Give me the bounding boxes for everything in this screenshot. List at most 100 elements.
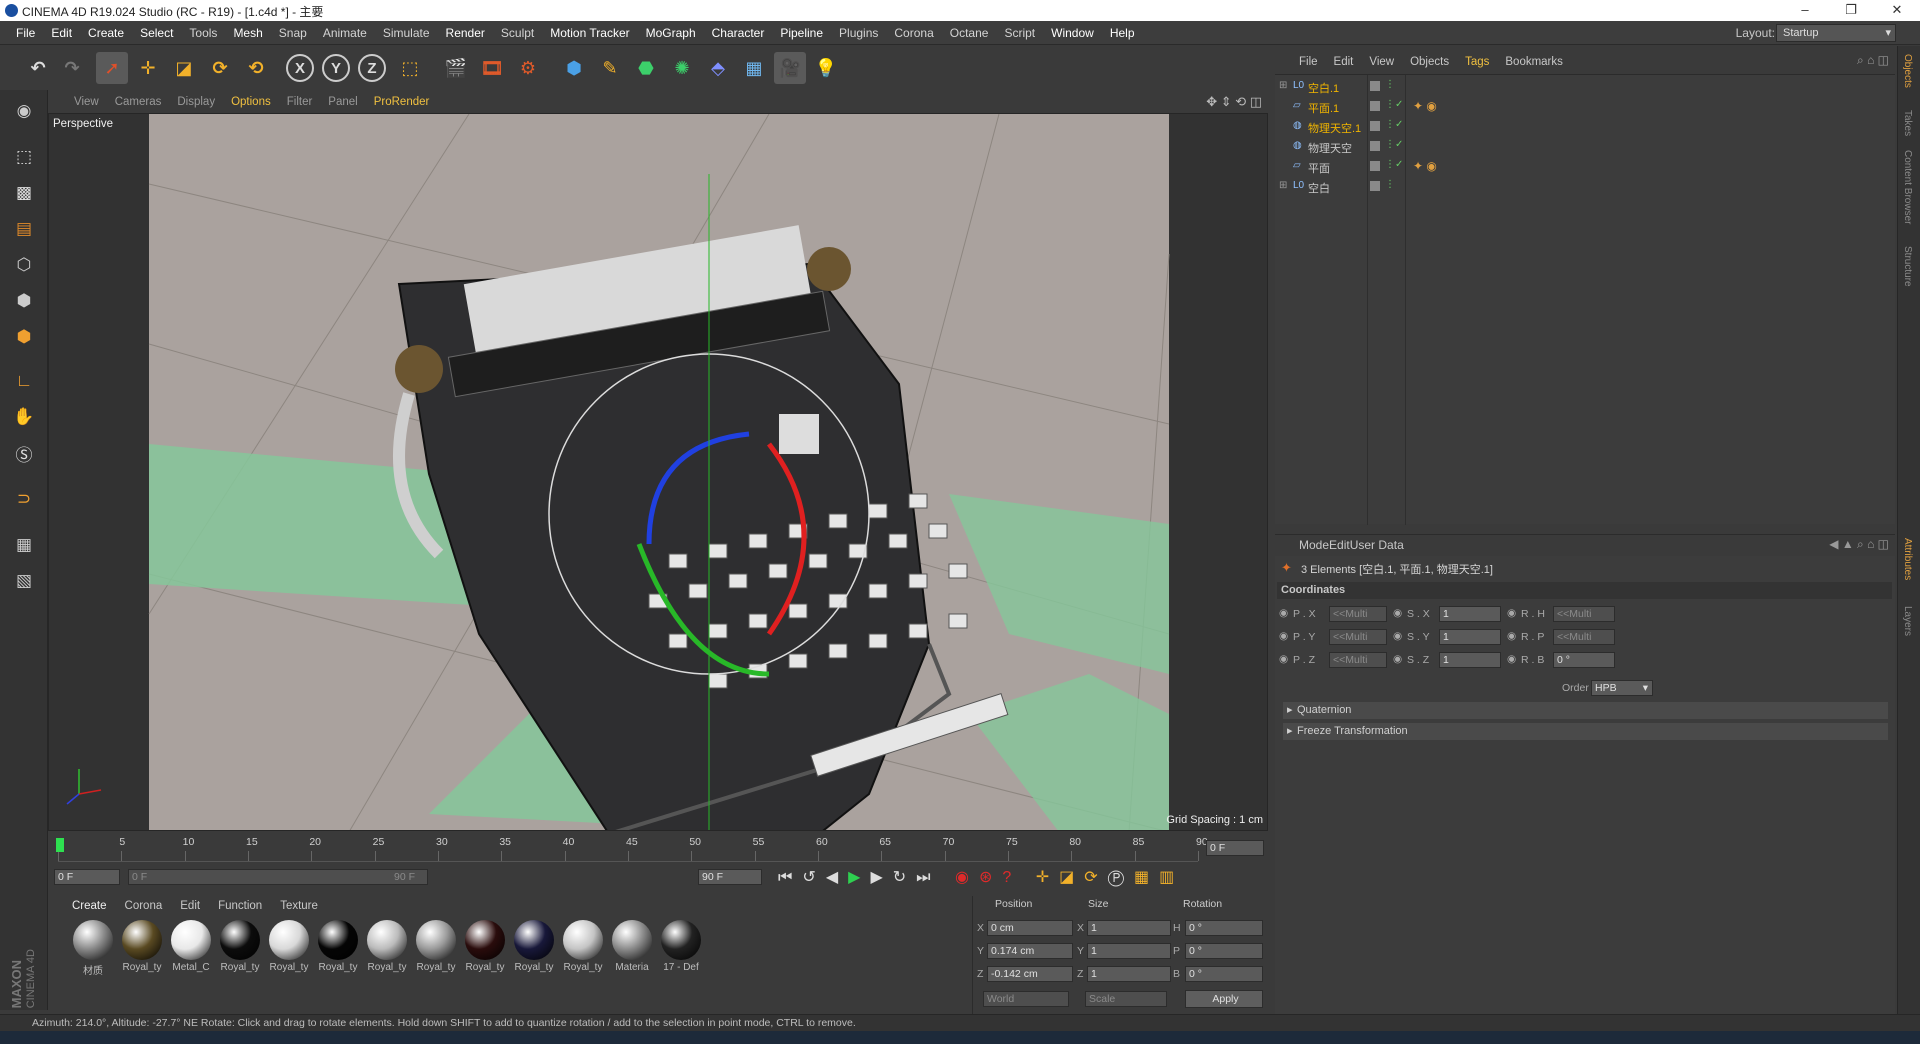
material-swatch[interactable]: Metal_C	[168, 920, 214, 982]
workplane-icon[interactable]: ▤	[9, 214, 39, 244]
preview-range-slider[interactable]: 0 F 90 F	[128, 869, 428, 885]
material-swatch[interactable]: 材质	[70, 920, 116, 982]
expand-toggle-icon[interactable]: ⊞	[1279, 180, 1287, 191]
start-frame-field[interactable]: 0 F	[54, 869, 120, 885]
model-mode-icon[interactable]: ⬚	[9, 142, 39, 172]
menu-simulate[interactable]: Simulate	[375, 21, 438, 45]
viewport-menu-cameras[interactable]: Cameras	[115, 92, 162, 112]
material-swatch[interactable]: Royal_ty	[364, 920, 410, 982]
s-radio-icon[interactable]: ◉	[1393, 630, 1402, 642]
attr-menu-mode[interactable]: Mode	[1299, 538, 1329, 552]
maximize-button[interactable]: ❐	[1828, 0, 1874, 21]
autokey-icon[interactable]: ⊛	[979, 869, 1002, 886]
menu-create[interactable]: Create	[80, 21, 132, 45]
play-icon[interactable]: ▶	[848, 869, 870, 886]
object-row[interactable]: ⊞ L0 空白 ⋮	[1275, 177, 1895, 197]
material-swatch[interactable]: 17 - Def	[658, 920, 704, 982]
visibility-toggle-icon[interactable]: ⋮✓	[1385, 139, 1403, 150]
cube-icon[interactable]: ⬢	[558, 52, 590, 84]
material-menu-edit[interactable]: Edit	[180, 900, 200, 912]
object-menu-edit[interactable]: Edit	[1334, 56, 1354, 68]
deformer-icon[interactable]: ⬘	[702, 52, 734, 84]
next-frame-icon[interactable]: ▶	[870, 869, 892, 886]
visibility-toggle-icon[interactable]: ⋮✓	[1385, 99, 1403, 110]
layer-swatch[interactable]	[1370, 81, 1380, 91]
camera-icon[interactable]: 🎥	[774, 52, 806, 84]
edges-mode-icon[interactable]: ⬢	[9, 286, 39, 316]
end-frame-field[interactable]: 90 F	[698, 869, 762, 885]
coord-size-field[interactable]: 1	[1087, 943, 1171, 959]
visibility-toggle-icon[interactable]: ⋮	[1385, 79, 1395, 90]
record-parameter-icon[interactable]: Ⓟ	[1108, 869, 1134, 886]
menu-edit[interactable]: Edit	[43, 21, 80, 45]
menu-character[interactable]: Character	[704, 21, 773, 45]
material-swatch[interactable]: Royal_ty	[462, 920, 508, 982]
layer-swatch[interactable]	[1370, 101, 1380, 111]
go-to-start-icon[interactable]: ⏮	[778, 869, 802, 886]
tab-objects[interactable]: Objects	[1902, 54, 1913, 88]
menu-render[interactable]: Render	[438, 21, 493, 45]
layer-swatch[interactable]	[1370, 181, 1380, 191]
object-menu-tags[interactable]: Tags	[1465, 56, 1489, 68]
workplane-lock-icon[interactable]: ▦	[9, 530, 39, 560]
object-row[interactable]: ⊞ L0 空白.1 ⋮	[1275, 77, 1895, 97]
s-radio-icon[interactable]: ◉	[1393, 607, 1402, 619]
tweak-icon[interactable]: ✋	[9, 402, 39, 432]
object-row[interactable]: ▱ 平面.1 ⋮✓ ✦ ◉	[1275, 97, 1895, 117]
minimize-button[interactable]: –	[1782, 0, 1828, 21]
material-tag-icon[interactable]: ✦ ◉	[1413, 99, 1437, 113]
coord-rotation-field[interactable]: 0 °	[1185, 943, 1263, 959]
tab-takes[interactable]: Takes	[1902, 110, 1913, 136]
tab-content-browser[interactable]: Content Browser	[1902, 150, 1913, 224]
object-row[interactable]: ◍ 物理天空 ⋮✓	[1275, 137, 1895, 157]
menu-sculpt[interactable]: Sculpt	[493, 21, 542, 45]
render-view-icon[interactable]: 🎬	[440, 52, 472, 84]
record-position-icon[interactable]: ✛	[1036, 869, 1059, 886]
freeze-transformation-fold[interactable]: ▸ Freeze Transformation	[1283, 723, 1888, 740]
menu-select[interactable]: Select	[132, 21, 181, 45]
polygons-mode-icon[interactable]: ⬢	[9, 322, 39, 352]
rotation-order-select[interactable]: HPB ▾	[1591, 680, 1653, 696]
menu-corona[interactable]: Corona	[886, 21, 941, 45]
record-pla-icon[interactable]: ▦	[1134, 869, 1159, 886]
previous-key-icon[interactable]: ↺	[802, 869, 825, 886]
p-radio-icon[interactable]: ◉	[1279, 607, 1288, 619]
coord-position-field[interactable]: 0 cm	[987, 920, 1073, 936]
attribute-navigation-icons[interactable]: ◀ ▲ ⌕ ⌂ ◫	[1829, 537, 1889, 552]
p-radio-icon[interactable]: ◉	[1279, 653, 1288, 665]
object-menu-view[interactable]: View	[1369, 56, 1394, 68]
subdivision-icon[interactable]: ⬣	[630, 52, 662, 84]
coordinate-system-icon[interactable]: ⬚	[394, 52, 426, 84]
r-radio-icon[interactable]: ◉	[1507, 607, 1516, 619]
viewport-menu-display[interactable]: Display	[177, 92, 215, 112]
x-axis-lock-button[interactable]: X	[286, 54, 314, 82]
visibility-toggle-icon[interactable]: ⋮✓	[1385, 119, 1403, 130]
size-mode-select[interactable]: Scale	[1085, 991, 1167, 1007]
viewport-menu-options[interactable]: Options	[231, 92, 271, 112]
object-menu-objects[interactable]: Objects	[1410, 56, 1449, 68]
position-field[interactable]: <<Multi	[1329, 606, 1387, 622]
undo-icon[interactable]: ↶	[22, 52, 54, 84]
material-swatch[interactable]: Royal_ty	[315, 920, 361, 982]
axis-mode-icon[interactable]: ∟	[9, 366, 39, 396]
light-icon[interactable]: 💡	[810, 52, 842, 84]
viewport-menu-filter[interactable]: Filter	[287, 92, 313, 112]
object-row[interactable]: ◍ 物理天空.1 ⋮✓	[1275, 117, 1895, 137]
coord-rotation-field[interactable]: 0 °	[1185, 966, 1263, 982]
expand-toggle-icon[interactable]: ⊞	[1279, 80, 1287, 91]
coord-position-field[interactable]: 0.174 cm	[987, 943, 1073, 959]
menu-mesh[interactable]: Mesh	[225, 21, 270, 45]
viewport-menu-view[interactable]: View	[74, 92, 99, 112]
timeline-ruler[interactable]: 051015202530354045505560657075808590 0 F	[48, 834, 1268, 864]
material-swatch[interactable]: Royal_ty	[511, 920, 557, 982]
menu-tools[interactable]: Tools	[181, 21, 225, 45]
attr-menu-user-data[interactable]: User Data	[1350, 538, 1404, 552]
record-scale-icon[interactable]: ◪	[1059, 869, 1084, 886]
object-row[interactable]: ▱ 平面 ⋮✓ ✦ ◉	[1275, 157, 1895, 177]
y-axis-lock-button[interactable]: Y	[322, 54, 350, 82]
object-menu-bookmarks[interactable]: Bookmarks	[1505, 56, 1563, 68]
coord-rotation-field[interactable]: 0 °	[1185, 920, 1263, 936]
rotation-field[interactable]: 0 °	[1553, 652, 1615, 668]
material-tag-icon[interactable]: ✦ ◉	[1413, 159, 1437, 173]
coord-size-field[interactable]: 1	[1087, 966, 1171, 982]
